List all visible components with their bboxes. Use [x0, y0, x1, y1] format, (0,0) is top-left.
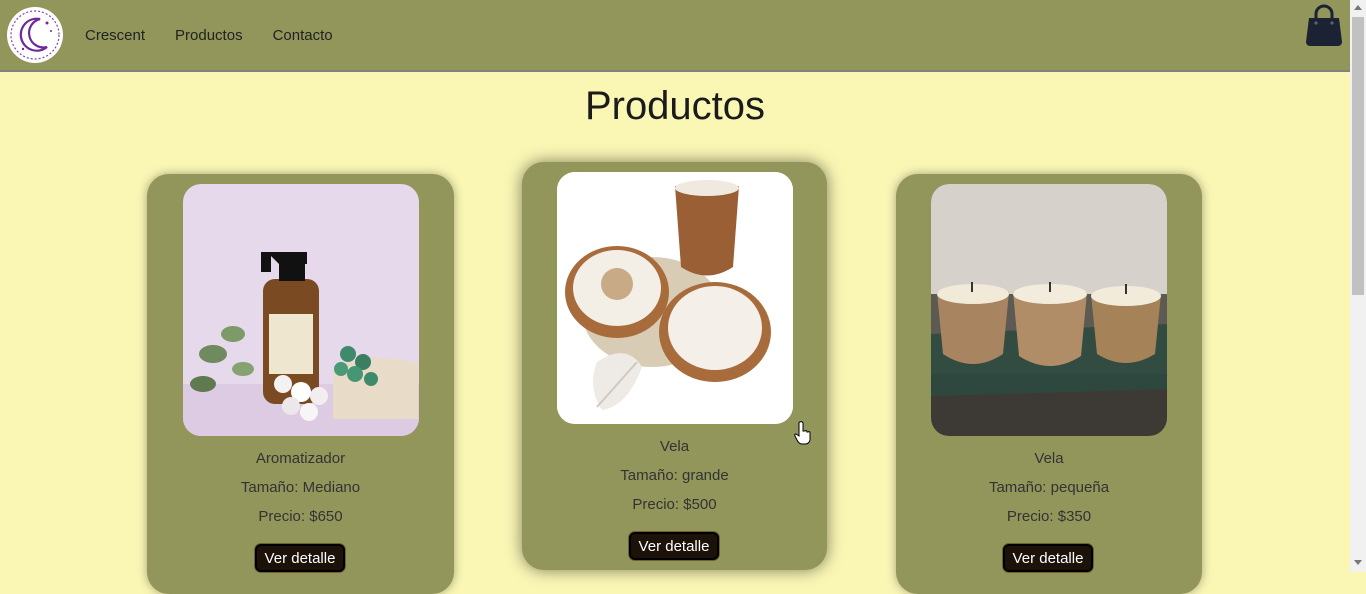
nav-link-crescent[interactable]: Crescent [85, 27, 145, 44]
product-card: Vela Tamaño: pequeña Precio: $350 Ver de… [896, 174, 1202, 594]
product-card: Aromatizador Tamaño: Mediano Precio: $65… [147, 174, 454, 594]
product-price: Precio: $650 [258, 508, 343, 525]
product-image[interactable] [557, 172, 793, 424]
shopping-bag-icon[interactable] [1304, 4, 1344, 46]
ver-detalle-button[interactable]: Ver detalle [255, 544, 345, 572]
product-size: Tamaño: pequeña [988, 479, 1110, 496]
nav-link-productos[interactable]: Productos [175, 27, 243, 44]
product-image[interactable] [931, 184, 1167, 436]
scroll-down-arrow-icon[interactable] [1354, 560, 1362, 565]
nav-link-contacto[interactable]: Contacto [273, 27, 333, 44]
product-card: Vela Tamaño: grande Precio: $500 Ver det… [522, 162, 827, 570]
product-size: Tamaño: Mediano [240, 479, 361, 496]
product-price: Precio: $500 [632, 496, 717, 513]
hand-cursor-icon [794, 421, 812, 445]
product-size: Tamaño: grande [620, 467, 729, 484]
scroll-up-arrow-icon[interactable] [1354, 5, 1362, 10]
product-name: Vela [659, 438, 690, 455]
ver-detalle-button[interactable]: Ver detalle [629, 532, 719, 560]
scroll-thumb[interactable] [1352, 17, 1364, 295]
product-name: Aromatizador [255, 450, 346, 467]
product-price: Precio: $350 [1006, 508, 1092, 525]
nav-links: Crescent Productos Contacto [85, 0, 333, 70]
page-title: Productos [584, 84, 766, 128]
vertical-scrollbar[interactable] [1350, 0, 1366, 572]
navbar: Crescent Productos Contacto [0, 0, 1350, 72]
product-name: Vela [1034, 450, 1064, 467]
ver-detalle-button[interactable]: Ver detalle [1003, 544, 1093, 572]
crescent-moon-logo-icon[interactable] [7, 7, 63, 63]
product-image[interactable] [183, 184, 419, 436]
